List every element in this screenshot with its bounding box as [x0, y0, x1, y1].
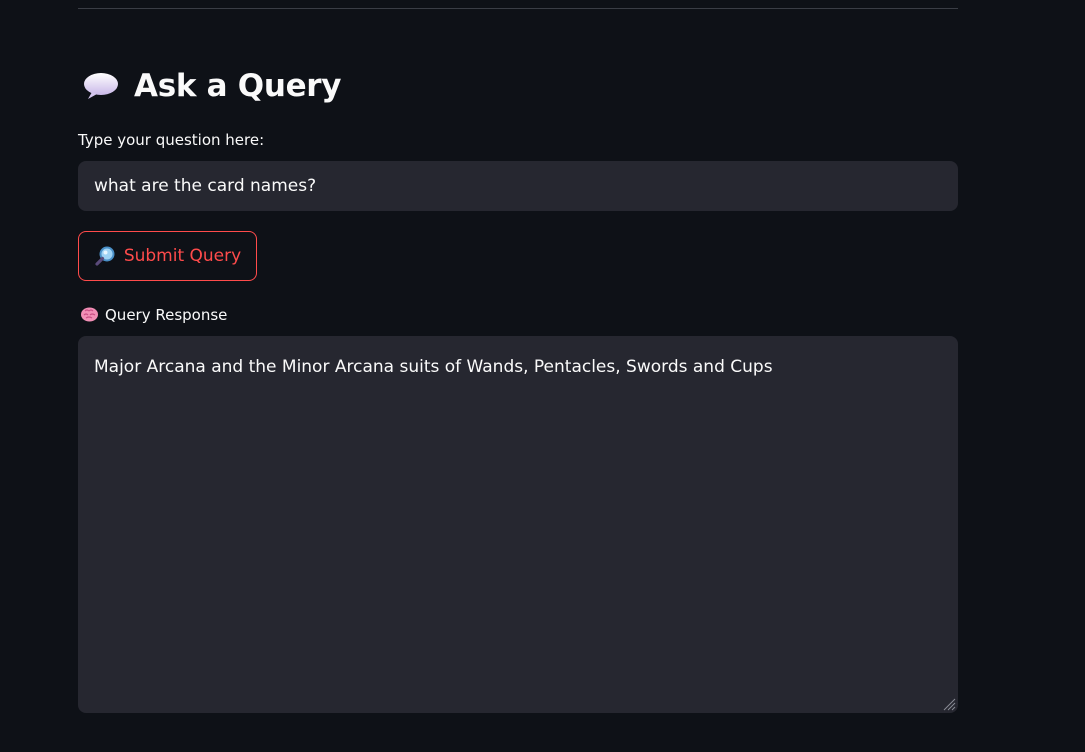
page-title: Ask a Query	[134, 68, 342, 104]
response-label-text: Query Response	[105, 305, 228, 324]
resize-handle-icon[interactable]	[940, 695, 956, 711]
response-text: Major Arcana and the Minor Arcana suits …	[94, 357, 773, 377]
query-input-label: Type your question here:	[78, 131, 265, 149]
submit-query-label: Submit Query	[123, 246, 242, 266]
magnifier-icon	[94, 245, 116, 267]
top-divider	[78, 8, 958, 9]
brain-icon	[80, 305, 99, 324]
page: Ask a Query Type your question here: wha…	[0, 0, 1085, 752]
submit-query-button[interactable]: Submit Query	[78, 231, 257, 281]
response-textarea[interactable]: Major Arcana and the Minor Arcana suits …	[78, 336, 958, 713]
section-header: Ask a Query	[82, 62, 342, 110]
query-input[interactable]: what are the card names?	[78, 161, 958, 211]
speech-bubble-icon	[82, 70, 120, 102]
response-label: Query Response	[80, 305, 227, 324]
